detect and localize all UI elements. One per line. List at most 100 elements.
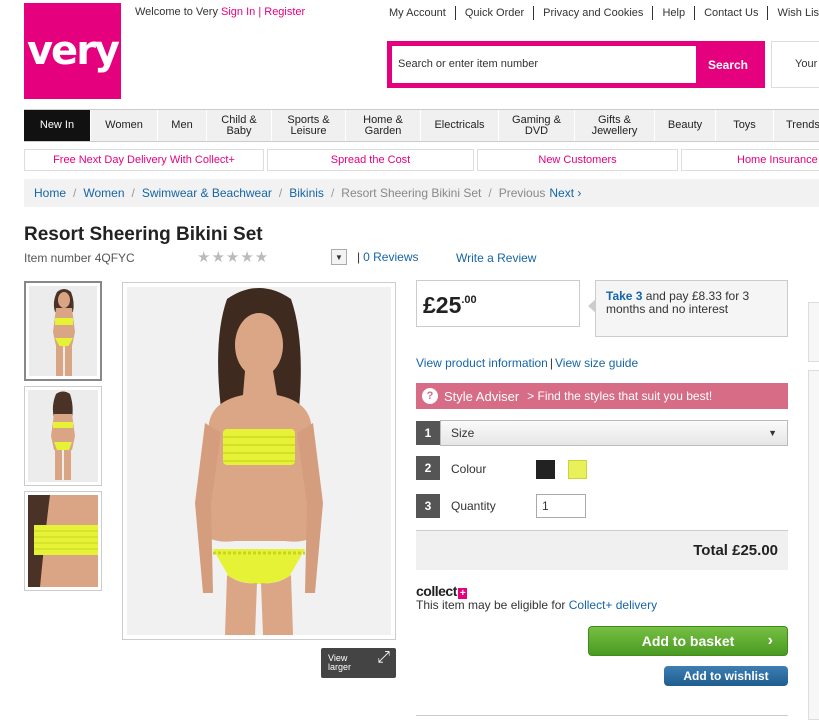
- link-separator: |: [255, 6, 265, 18]
- thumbnail-front-image: [29, 286, 97, 376]
- rating-dropdown-icon[interactable]: ▼: [331, 249, 347, 265]
- item-number: Item number 4QFYC: [24, 251, 135, 265]
- nav-sports-leisure[interactable]: Sports & Leisure: [272, 110, 346, 141]
- reviews-count[interactable]: 0 Reviews: [363, 250, 418, 264]
- view-product-info-link[interactable]: View product information: [416, 356, 548, 370]
- side-panel[interactable]: [808, 370, 819, 720]
- collect-message-text: This item may be eligible for: [416, 598, 569, 612]
- breadcrumb-bikinis[interactable]: Bikinis: [289, 186, 324, 200]
- write-review-link[interactable]: Write a Review: [456, 251, 536, 265]
- page-title: Resort Sheering Bikini Set: [24, 224, 263, 245]
- price-box: £25.00: [416, 280, 580, 327]
- very-logo[interactable]: very: [24, 3, 121, 99]
- price-pence: .00: [461, 294, 477, 306]
- breadcrumb-separator: /: [73, 186, 77, 200]
- breadcrumb-home[interactable]: Home: [34, 186, 66, 200]
- contact-us-link[interactable]: Contact Us: [694, 6, 767, 20]
- size-select[interactable]: Size ▼: [440, 420, 788, 446]
- promo-spread-cost[interactable]: Spread the Cost: [267, 149, 474, 171]
- side-panel[interactable]: [808, 302, 819, 362]
- quantity-input[interactable]: 1: [536, 494, 586, 518]
- promo-new-customers[interactable]: New Customers: [477, 149, 678, 171]
- thumbnail-back-image: [28, 390, 98, 482]
- thumbnail-detail-image: [28, 495, 98, 587]
- nav-women[interactable]: Women: [91, 110, 158, 141]
- view-larger-button[interactable]: View larger ⤢: [321, 648, 396, 678]
- nav-electricals[interactable]: Electricals: [421, 110, 499, 141]
- thumbnail-front[interactable]: [24, 281, 102, 381]
- privacy-cookies-link[interactable]: Privacy and Cookies: [533, 6, 652, 20]
- welcome-text: Welcome to Very: [135, 6, 218, 18]
- main-product-image[interactable]: [122, 282, 396, 640]
- price-pounds: £25: [423, 292, 462, 318]
- rating-stars: ★★★★★: [197, 249, 270, 266]
- step-1-badge: 1: [416, 421, 440, 445]
- nav-child-baby[interactable]: Child & Baby: [207, 110, 272, 141]
- nav-new-in[interactable]: New In: [24, 110, 91, 141]
- breadcrumb: Home / Women / Swimwear & Beachwear / Bikin…: [24, 179, 819, 207]
- step-2-badge: 2: [416, 456, 440, 480]
- breadcrumb-swimwear[interactable]: Swimwear & Beachwear: [142, 186, 272, 200]
- nav-gifts-jewellery[interactable]: Gifts & Jewellery: [575, 110, 655, 141]
- nav-trends[interactable]: Trends: [774, 110, 819, 141]
- step-3-badge: 3: [416, 494, 440, 518]
- wish-list-link[interactable]: Wish List: [767, 6, 819, 20]
- view-size-guide-link[interactable]: View size guide: [555, 356, 638, 370]
- breadcrumb-next[interactable]: Next ›: [549, 186, 581, 200]
- breadcrumb-previous[interactable]: Previous: [499, 186, 546, 200]
- expand-icon: ⤢: [377, 649, 390, 666]
- reviews-separator: |: [357, 250, 361, 264]
- main-nav: New In Women Men Child & Baby Sports & L…: [24, 109, 819, 142]
- model-photo: [127, 287, 391, 635]
- add-to-basket-button[interactable]: Add to basket ›: [588, 626, 788, 656]
- quantity-label: Quantity: [451, 499, 496, 513]
- nav-beauty[interactable]: Beauty: [655, 110, 716, 141]
- collect-logo-text: collect: [416, 583, 457, 599]
- chevron-right-icon: ›: [767, 632, 773, 649]
- collect-plus-logo: collect +: [416, 583, 468, 599]
- collect-message: This item may be eligible for Collect+ d…: [416, 598, 657, 612]
- breadcrumb-separator: /: [278, 186, 283, 200]
- take3-offer: Take 3 and pay £8.33 for 3 months and no…: [588, 280, 788, 337]
- colour-swatch-yellow[interactable]: [568, 460, 587, 479]
- size-select-label: Size: [451, 426, 475, 440]
- nav-men[interactable]: Men: [158, 110, 207, 141]
- promo-collect-plus[interactable]: Free Next Day Delivery With Collect+: [24, 149, 264, 171]
- breadcrumb-current: Resort Sheering Bikini Set: [341, 186, 482, 200]
- breadcrumb-separator: /: [131, 186, 135, 200]
- search-input[interactable]: Search or enter item number: [392, 46, 696, 83]
- breadcrumb-women[interactable]: Women: [83, 186, 124, 200]
- nav-gaming-dvd[interactable]: Gaming & DVD: [499, 110, 575, 141]
- sign-in-link[interactable]: Sign In: [221, 6, 255, 18]
- info-separator: |: [549, 356, 553, 370]
- help-link[interactable]: Help: [652, 6, 694, 20]
- divider: [416, 715, 788, 716]
- breadcrumb-separator: /: [330, 186, 335, 200]
- colour-swatch-black[interactable]: [536, 460, 555, 479]
- reviews-link[interactable]: | 0 Reviews: [357, 250, 418, 264]
- thumbnail-detail[interactable]: [24, 491, 102, 591]
- account-box[interactable]: Your: [771, 41, 819, 88]
- colour-label: Colour: [451, 462, 487, 476]
- my-account-link[interactable]: My Account: [380, 6, 455, 20]
- take3-highlight[interactable]: Take 3: [606, 289, 642, 303]
- style-adviser-subtitle: > Find the styles that suit you best!: [527, 389, 713, 403]
- quick-order-link[interactable]: Quick Order: [454, 6, 533, 20]
- collect-delivery-link[interactable]: Collect+ delivery: [569, 598, 657, 612]
- breadcrumb-separator: /: [488, 186, 492, 200]
- question-icon: ?: [422, 388, 438, 404]
- style-adviser-title: Style Adviser: [444, 388, 520, 404]
- welcome-message: Welcome to Very Sign In | Register: [135, 6, 305, 18]
- chevron-down-icon: ▼: [768, 428, 777, 438]
- add-to-basket-label: Add to basket: [641, 633, 735, 649]
- promo-bar: Free Next Day Delivery With Collect+ Spr…: [24, 149, 819, 171]
- search-button[interactable]: Search: [696, 46, 760, 83]
- nav-toys[interactable]: Toys: [716, 110, 774, 141]
- style-adviser-bar[interactable]: ? Style Adviser > Find the styles that s…: [416, 383, 788, 409]
- thumbnail-back[interactable]: [24, 386, 102, 486]
- add-to-wishlist-button[interactable]: Add to wishlist: [664, 666, 788, 686]
- promo-home-insurance[interactable]: Home Insurance: [681, 149, 819, 171]
- info-links: View product information | View size guide: [416, 356, 638, 370]
- nav-home-garden[interactable]: Home & Garden: [346, 110, 421, 141]
- register-link[interactable]: Register: [264, 6, 305, 18]
